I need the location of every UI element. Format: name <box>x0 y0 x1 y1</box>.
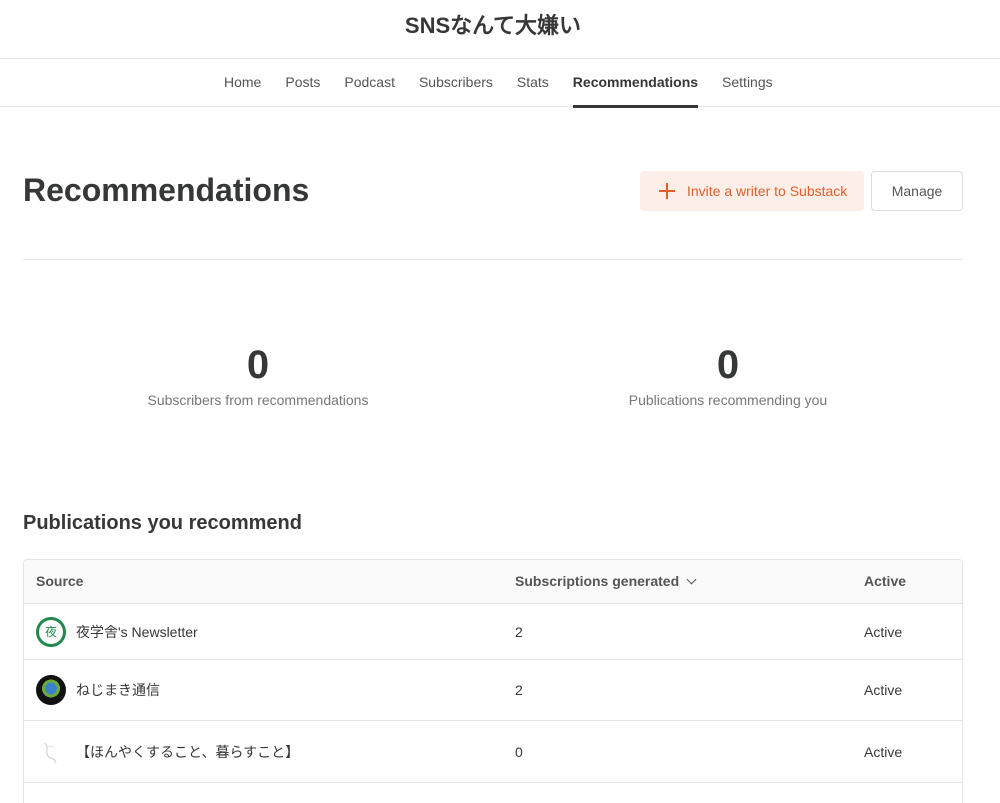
header-active: Active <box>864 573 907 589</box>
source-name[interactable]: 【ほんやくすること、暮らすこと】 <box>76 742 299 762</box>
header-subscriptions-generated[interactable]: Subscriptions generated <box>515 560 697 603</box>
publication-title[interactable]: SNSなんて大嫌い <box>0 8 986 40</box>
nav-tabs: Home Posts Podcast Subscribers Stats Rec… <box>212 59 785 108</box>
active-cell: Active <box>864 682 903 698</box>
subscriptions-cell: 2 <box>515 682 523 698</box>
stat-publications-recommending-you: 0 Publications recommending you <box>518 340 938 408</box>
stat-value: 0 <box>246 343 270 387</box>
recommendations-table: Source Subscriptions generated Active 夜 … <box>23 559 963 803</box>
table-row[interactable]: ねじまき通信 2 Active <box>24 660 962 721</box>
subscriptions-cell: 0 <box>515 743 523 760</box>
tab-recommendations[interactable]: Recommendations <box>561 59 710 108</box>
tab-podcast[interactable]: Podcast <box>332 59 407 107</box>
dashboard-nav: Home Posts Podcast Subscribers Stats Rec… <box>0 59 1000 108</box>
manage-button[interactable]: Manage <box>871 171 963 211</box>
source-cell: ねじまき通信 <box>36 660 160 720</box>
stat-label: Publications recommending you <box>628 392 828 408</box>
active-cell: Active <box>864 623 903 640</box>
top-bar: SNSなんて大嫌い <box>0 0 1000 59</box>
publication-avatar: 夜 <box>36 616 66 647</box>
section-title: Publications you recommend <box>23 512 302 534</box>
tab-stats[interactable]: Stats <box>505 59 561 107</box>
header-source: Source <box>36 573 84 589</box>
tab-home[interactable]: Home <box>212 59 273 107</box>
invite-writer-label: Invite a writer to Substack <box>687 183 848 199</box>
chevron-down-icon <box>686 574 697 585</box>
publication-avatar <box>36 737 66 767</box>
sketch-icon <box>43 741 57 763</box>
divider <box>23 259 963 260</box>
subscriptions-cell: 2 <box>515 623 523 640</box>
stat-subscribers-from-recommendations: 0 Subscribers from recommendations <box>48 340 468 408</box>
tab-subscribers[interactable]: Subscribers <box>407 59 505 107</box>
tab-posts[interactable]: Posts <box>273 59 332 107</box>
source-name[interactable]: 夜学舎's Newsletter <box>76 622 198 642</box>
source-cell: 夜 夜学舎's Newsletter <box>36 604 198 659</box>
table-header: Source Subscriptions generated Active <box>24 560 962 604</box>
page-title: Recommendations <box>23 172 310 208</box>
plus-icon <box>658 182 676 200</box>
invite-writer-button[interactable]: Invite a writer to Substack <box>640 171 864 211</box>
header-subscriptions-generated-label: Subscriptions generated <box>515 573 680 589</box>
tab-settings[interactable]: Settings <box>710 59 785 107</box>
source-name[interactable]: ねじまき通信 <box>76 680 160 700</box>
stat-label: Subscribers from recommendations <box>147 392 369 408</box>
table-row[interactable]: 【ほんやくすること、暮らすこと】 0 Active <box>24 721 962 783</box>
table-row[interactable]: 夜 夜学舎's Newsletter 2 Active <box>24 604 962 660</box>
source-cell: 【ほんやくすること、暮らすこと】 <box>36 721 299 782</box>
active-cell: Active <box>864 743 903 760</box>
stat-value: 0 <box>716 343 740 387</box>
publication-avatar <box>36 675 66 705</box>
